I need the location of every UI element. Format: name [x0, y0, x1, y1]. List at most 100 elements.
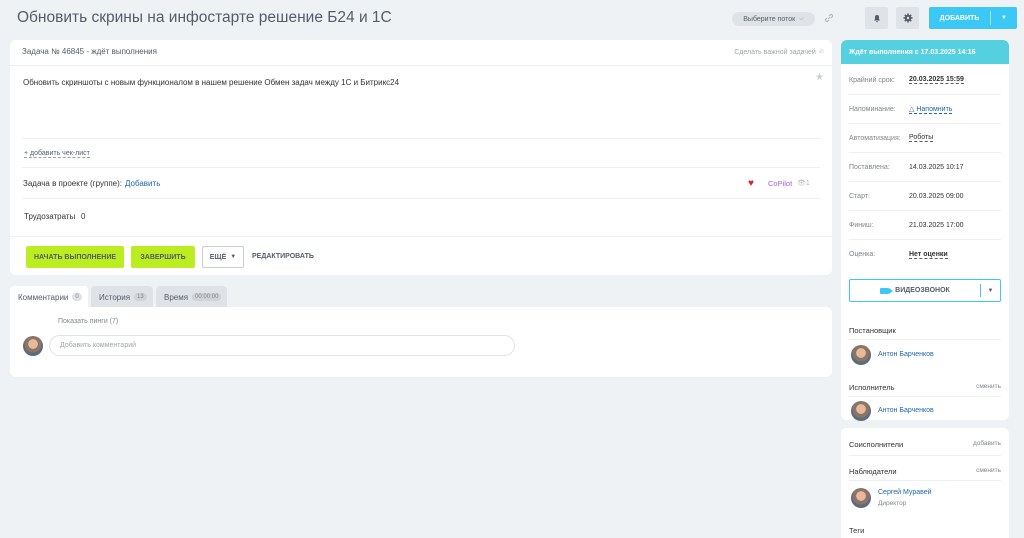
tab-count: 0	[72, 293, 82, 301]
automation-row: Автоматизация: Роботы	[849, 124, 1001, 153]
start-task-button[interactable]: НАЧАТЬ ВЫПОЛНЕНИЕ	[26, 246, 124, 268]
link-icon[interactable]	[823, 12, 835, 24]
divider	[849, 480, 1001, 481]
divider	[849, 455, 1001, 456]
finish-row: Финиш: 21.03.2025 17:00	[849, 211, 1001, 240]
comment-input[interactable]: Добавить комментарий	[49, 335, 515, 356]
row-key: Старт:	[849, 192, 870, 200]
row-key: Оценка:	[849, 251, 876, 258]
video-call-main[interactable]: ВИДЕОЗВОНОК	[850, 287, 980, 294]
star-icon[interactable]: ★	[815, 72, 824, 83]
make-important-link[interactable]: Сделать важной задачей 🔥︎	[734, 48, 824, 56]
row-key: Крайний срок:	[849, 76, 895, 84]
chevron-down-icon: ▼	[230, 254, 237, 260]
change-observers-link[interactable]: сменить	[976, 467, 1001, 476]
reminder-row: Напоминание: △ Напомнить	[849, 95, 1001, 124]
deadline-row: Крайний срок: 20.03.2025 15:59	[849, 66, 1001, 95]
more-button-label: ЕЩЁ	[209, 253, 227, 261]
tab-time[interactable]: Время 00:00:00	[156, 286, 227, 308]
edit-button[interactable]: РЕДАКТИРОВАТЬ	[252, 253, 314, 260]
add-button[interactable]: ДОБАВИТЬ ▼	[929, 7, 1017, 29]
status-bar: Ждёт выполнения с 17.03.2025 14:16	[841, 40, 1009, 64]
chevron-down-icon: ⌵	[799, 15, 804, 22]
assignee-name[interactable]: Антон Барченков	[878, 407, 934, 414]
comments-panel: Показать пинги (7) Добавить комментарий	[10, 307, 832, 377]
reminder-link[interactable]: △ Напомнить	[909, 105, 953, 114]
row-key: Финиш:	[849, 221, 874, 229]
divider	[22, 198, 820, 199]
created-value: 14.03.2025 10:17	[909, 163, 964, 171]
avatar[interactable]	[851, 401, 871, 421]
notifications-button[interactable]	[865, 7, 888, 29]
flame-icon: 🔥︎	[818, 48, 824, 55]
observer-name[interactable]: Сергей Муравей	[878, 489, 932, 496]
make-important-label: Сделать важной задачей	[734, 48, 816, 56]
add-button-label: ДОБАВИТЬ	[939, 14, 980, 22]
tab-label: Время	[164, 292, 189, 302]
task-card: Задача № 46845 - ждёт выполнения Сделать…	[10, 40, 832, 275]
project-label: Задача в проекте (группе):	[23, 179, 122, 188]
labor-value: 0	[81, 212, 86, 221]
tab-comments[interactable]: Комментарии 0	[10, 286, 88, 308]
change-assignee-link[interactable]: сменить	[976, 383, 1001, 392]
row-key: Поставлена:	[849, 163, 890, 171]
chevron-down-icon[interactable]: ▼	[981, 288, 1000, 294]
add-coassignee-link[interactable]: добавить	[973, 440, 1001, 449]
more-button[interactable]: ЕЩЁ ▼	[202, 246, 244, 268]
clock-icon: △	[909, 105, 915, 113]
video-call-button[interactable]: ВИДЕОЗВОНОК ▼	[849, 279, 1001, 302]
tags-title: Теги	[849, 526, 865, 535]
observers-header: Наблюдатели сменить	[849, 467, 1001, 476]
add-checklist-link[interactable]: + добавить чек-лист	[24, 150, 90, 158]
divider	[10, 236, 832, 237]
avatar[interactable]	[851, 345, 871, 365]
start-value: 20.03.2025 09:00	[909, 192, 964, 200]
video-call-label: ВИДЕОЗВОНОК	[895, 287, 950, 294]
tab-history[interactable]: История 13	[91, 286, 153, 308]
avatar	[23, 336, 43, 356]
camera-icon	[880, 287, 894, 294]
observer-position: Директор	[878, 500, 907, 507]
tab-label: Комментарии	[18, 292, 69, 302]
tab-label: История	[99, 292, 131, 302]
eye-icon: 👁︎	[797, 180, 806, 187]
coassignees-header: Соисполнители добавить	[849, 440, 1001, 449]
views-count: 1	[805, 180, 810, 187]
show-pings-link[interactable]: Показать пинги (7)	[58, 318, 118, 325]
tab-count: 00:00:00	[192, 293, 222, 301]
divider	[849, 396, 1001, 397]
reminder-label: Напомнить	[916, 105, 953, 113]
creator-name[interactable]: Антон Барченков	[878, 351, 934, 358]
project-add-link[interactable]: Добавить	[125, 179, 160, 188]
flow-select-label: Выберите поток	[743, 15, 796, 23]
observers-title: Наблюдатели	[849, 467, 897, 476]
row-key: Напоминание:	[849, 105, 896, 113]
finish-task-button[interactable]: ЗАВЕРШИТЬ	[131, 246, 195, 268]
row-key: Автоматизация:	[849, 134, 901, 142]
robots-link[interactable]: Роботы	[909, 134, 934, 142]
rating-row: Оценка: Нет оценки	[849, 240, 1001, 269]
finish-value: 21.03.2025 17:00	[909, 221, 964, 229]
avatar[interactable]	[851, 488, 871, 508]
rating-value[interactable]: Нет оценки	[909, 251, 948, 259]
copilot-link[interactable]: CoPilot	[768, 179, 792, 188]
deadline-value[interactable]: 20.03.2025 15:59	[909, 76, 964, 84]
page-title: Обновить скрины на инфостарте решение Б2…	[17, 9, 392, 26]
divider	[22, 138, 820, 139]
views-counter: 👁︎1	[797, 179, 810, 187]
divider	[849, 339, 1001, 340]
task-number-status: Задача № 46845 - ждёт выполнения	[22, 47, 157, 56]
heart-icon[interactable]: ♥	[748, 178, 754, 189]
divider	[22, 167, 820, 168]
bell-icon	[873, 15, 880, 23]
created-row: Поставлена: 14.03.2025 10:17	[849, 153, 1001, 182]
settings-button[interactable]	[896, 7, 919, 29]
coassignees-title: Соисполнители	[849, 440, 904, 449]
gear-icon	[903, 13, 912, 23]
assignee-header: Исполнитель сменить	[849, 383, 1001, 392]
assignee-title: Исполнитель	[849, 383, 895, 392]
chevron-down-icon[interactable]: ▼	[991, 15, 1017, 21]
start-row: Старт: 20.03.2025 09:00	[849, 182, 1001, 211]
tab-count: 13	[134, 293, 147, 301]
flow-select[interactable]: Выберите поток ⌵	[732, 12, 815, 26]
